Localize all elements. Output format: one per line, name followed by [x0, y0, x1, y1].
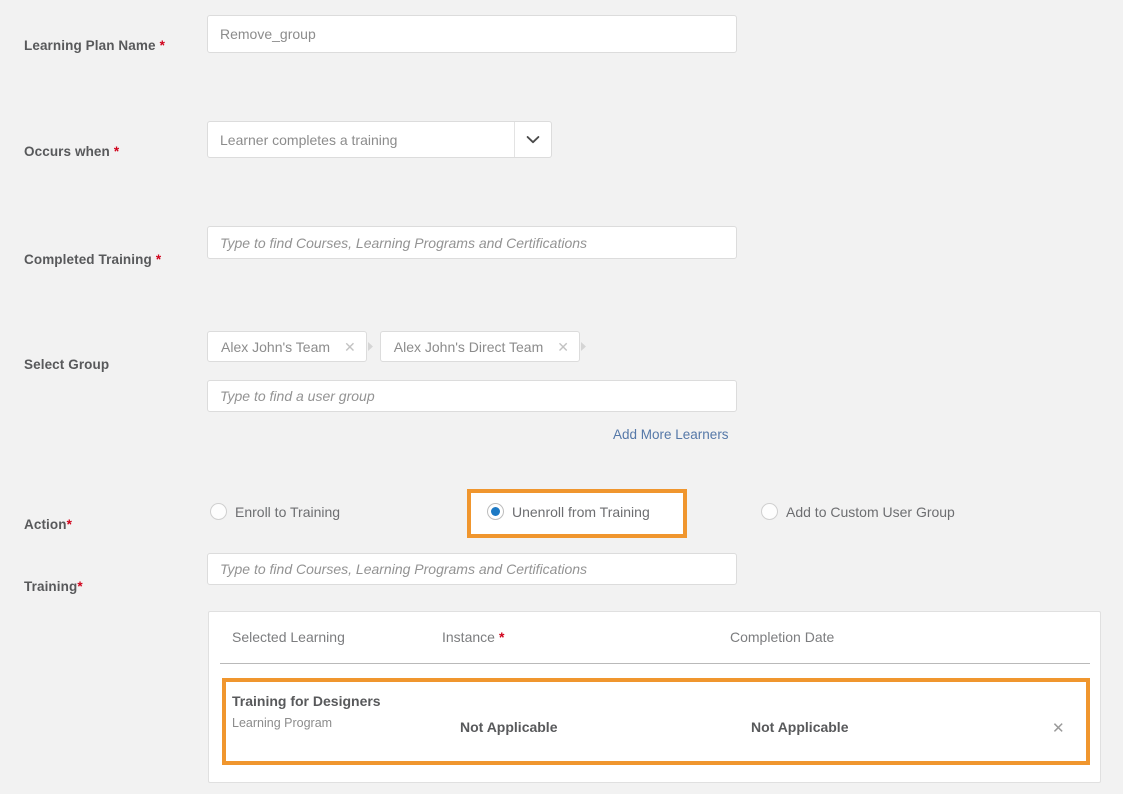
chip-caret-icon [580, 331, 587, 362]
training-search-input[interactable]: Type to find Courses, Learning Programs … [207, 553, 737, 585]
chip-caret-icon [367, 331, 374, 362]
group-chip[interactable]: Alex John's Team ✕ [207, 331, 367, 362]
column-header-instance: Instance * [442, 629, 504, 645]
close-icon[interactable]: ✕ [557, 340, 569, 354]
radio-icon-selected[interactable] [487, 503, 504, 520]
select-group-input[interactable]: Type to find a user group [207, 380, 737, 412]
label-select-group: Select Group [24, 357, 109, 372]
label-training: Training* [24, 579, 83, 594]
add-more-learners-link[interactable]: Add More Learners [613, 427, 729, 442]
group-chip-label: Alex John's Team [221, 338, 331, 355]
table-header-divider [220, 663, 1090, 664]
required-asterisk: * [113, 144, 120, 159]
table-row-instance: Not Applicable [460, 719, 558, 735]
occurs-when-value: Learner completes a training [220, 131, 398, 148]
label-text: Training [24, 579, 78, 594]
column-header-text: Selected Learning [232, 629, 345, 645]
table-row-subtitle: Learning Program [232, 716, 333, 730]
label-action: Action* [24, 517, 72, 532]
radio-add-to-custom-user-group[interactable]: Add to Custom User Group [761, 503, 955, 520]
occurs-when-select[interactable]: Learner completes a training [207, 121, 552, 158]
selected-group-chips: Alex John's Team ✕ Alex John's Direct Te… [207, 331, 593, 362]
table-row-title: Training for Designers [232, 693, 381, 709]
label-text: Completed Training [24, 252, 152, 267]
radio-unenroll-from-training[interactable]: Unenroll from Training [487, 503, 650, 520]
radio-label: Add to Custom User Group [786, 503, 955, 520]
radio-label: Unenroll from Training [512, 503, 650, 520]
label-text: Occurs when [24, 144, 110, 159]
required-asterisk: * [77, 579, 83, 594]
required-asterisk: * [498, 629, 505, 645]
close-icon[interactable]: ✕ [344, 340, 356, 354]
group-chip-label: Alex John's Direct Team [393, 338, 544, 355]
label-text: Select Group [24, 357, 110, 372]
column-header-text: Instance [442, 629, 495, 645]
radio-icon[interactable] [210, 503, 227, 520]
completed-training-input[interactable]: Type to find Courses, Learning Programs … [207, 226, 737, 259]
required-asterisk: * [66, 517, 72, 532]
label-text: Action [24, 517, 67, 532]
close-icon[interactable]: ✕ [1052, 719, 1065, 737]
radio-icon[interactable] [761, 503, 778, 520]
radio-label: Enroll to Training [235, 503, 341, 520]
chevron-down-icon[interactable] [514, 122, 551, 157]
table-row-completion-date: Not Applicable [751, 719, 849, 735]
label-completed-training: Completed Training * [24, 252, 161, 267]
label-learning-plan-name: Learning Plan Name * [24, 38, 165, 53]
group-chip[interactable]: Alex John's Direct Team ✕ [379, 331, 580, 362]
required-asterisk: * [159, 38, 165, 53]
column-header-selected-learning: Selected Learning [232, 629, 345, 645]
column-header-text: Completion Date [730, 629, 835, 645]
column-header-completion-date: Completion Date [730, 629, 834, 645]
label-text: Learning Plan Name [24, 38, 156, 53]
learning-plan-name-input[interactable]: Remove_group [207, 15, 737, 53]
label-occurs-when: Occurs when * [24, 144, 119, 159]
radio-enroll-to-training[interactable]: Enroll to Training [210, 503, 340, 520]
required-asterisk: * [155, 252, 162, 267]
